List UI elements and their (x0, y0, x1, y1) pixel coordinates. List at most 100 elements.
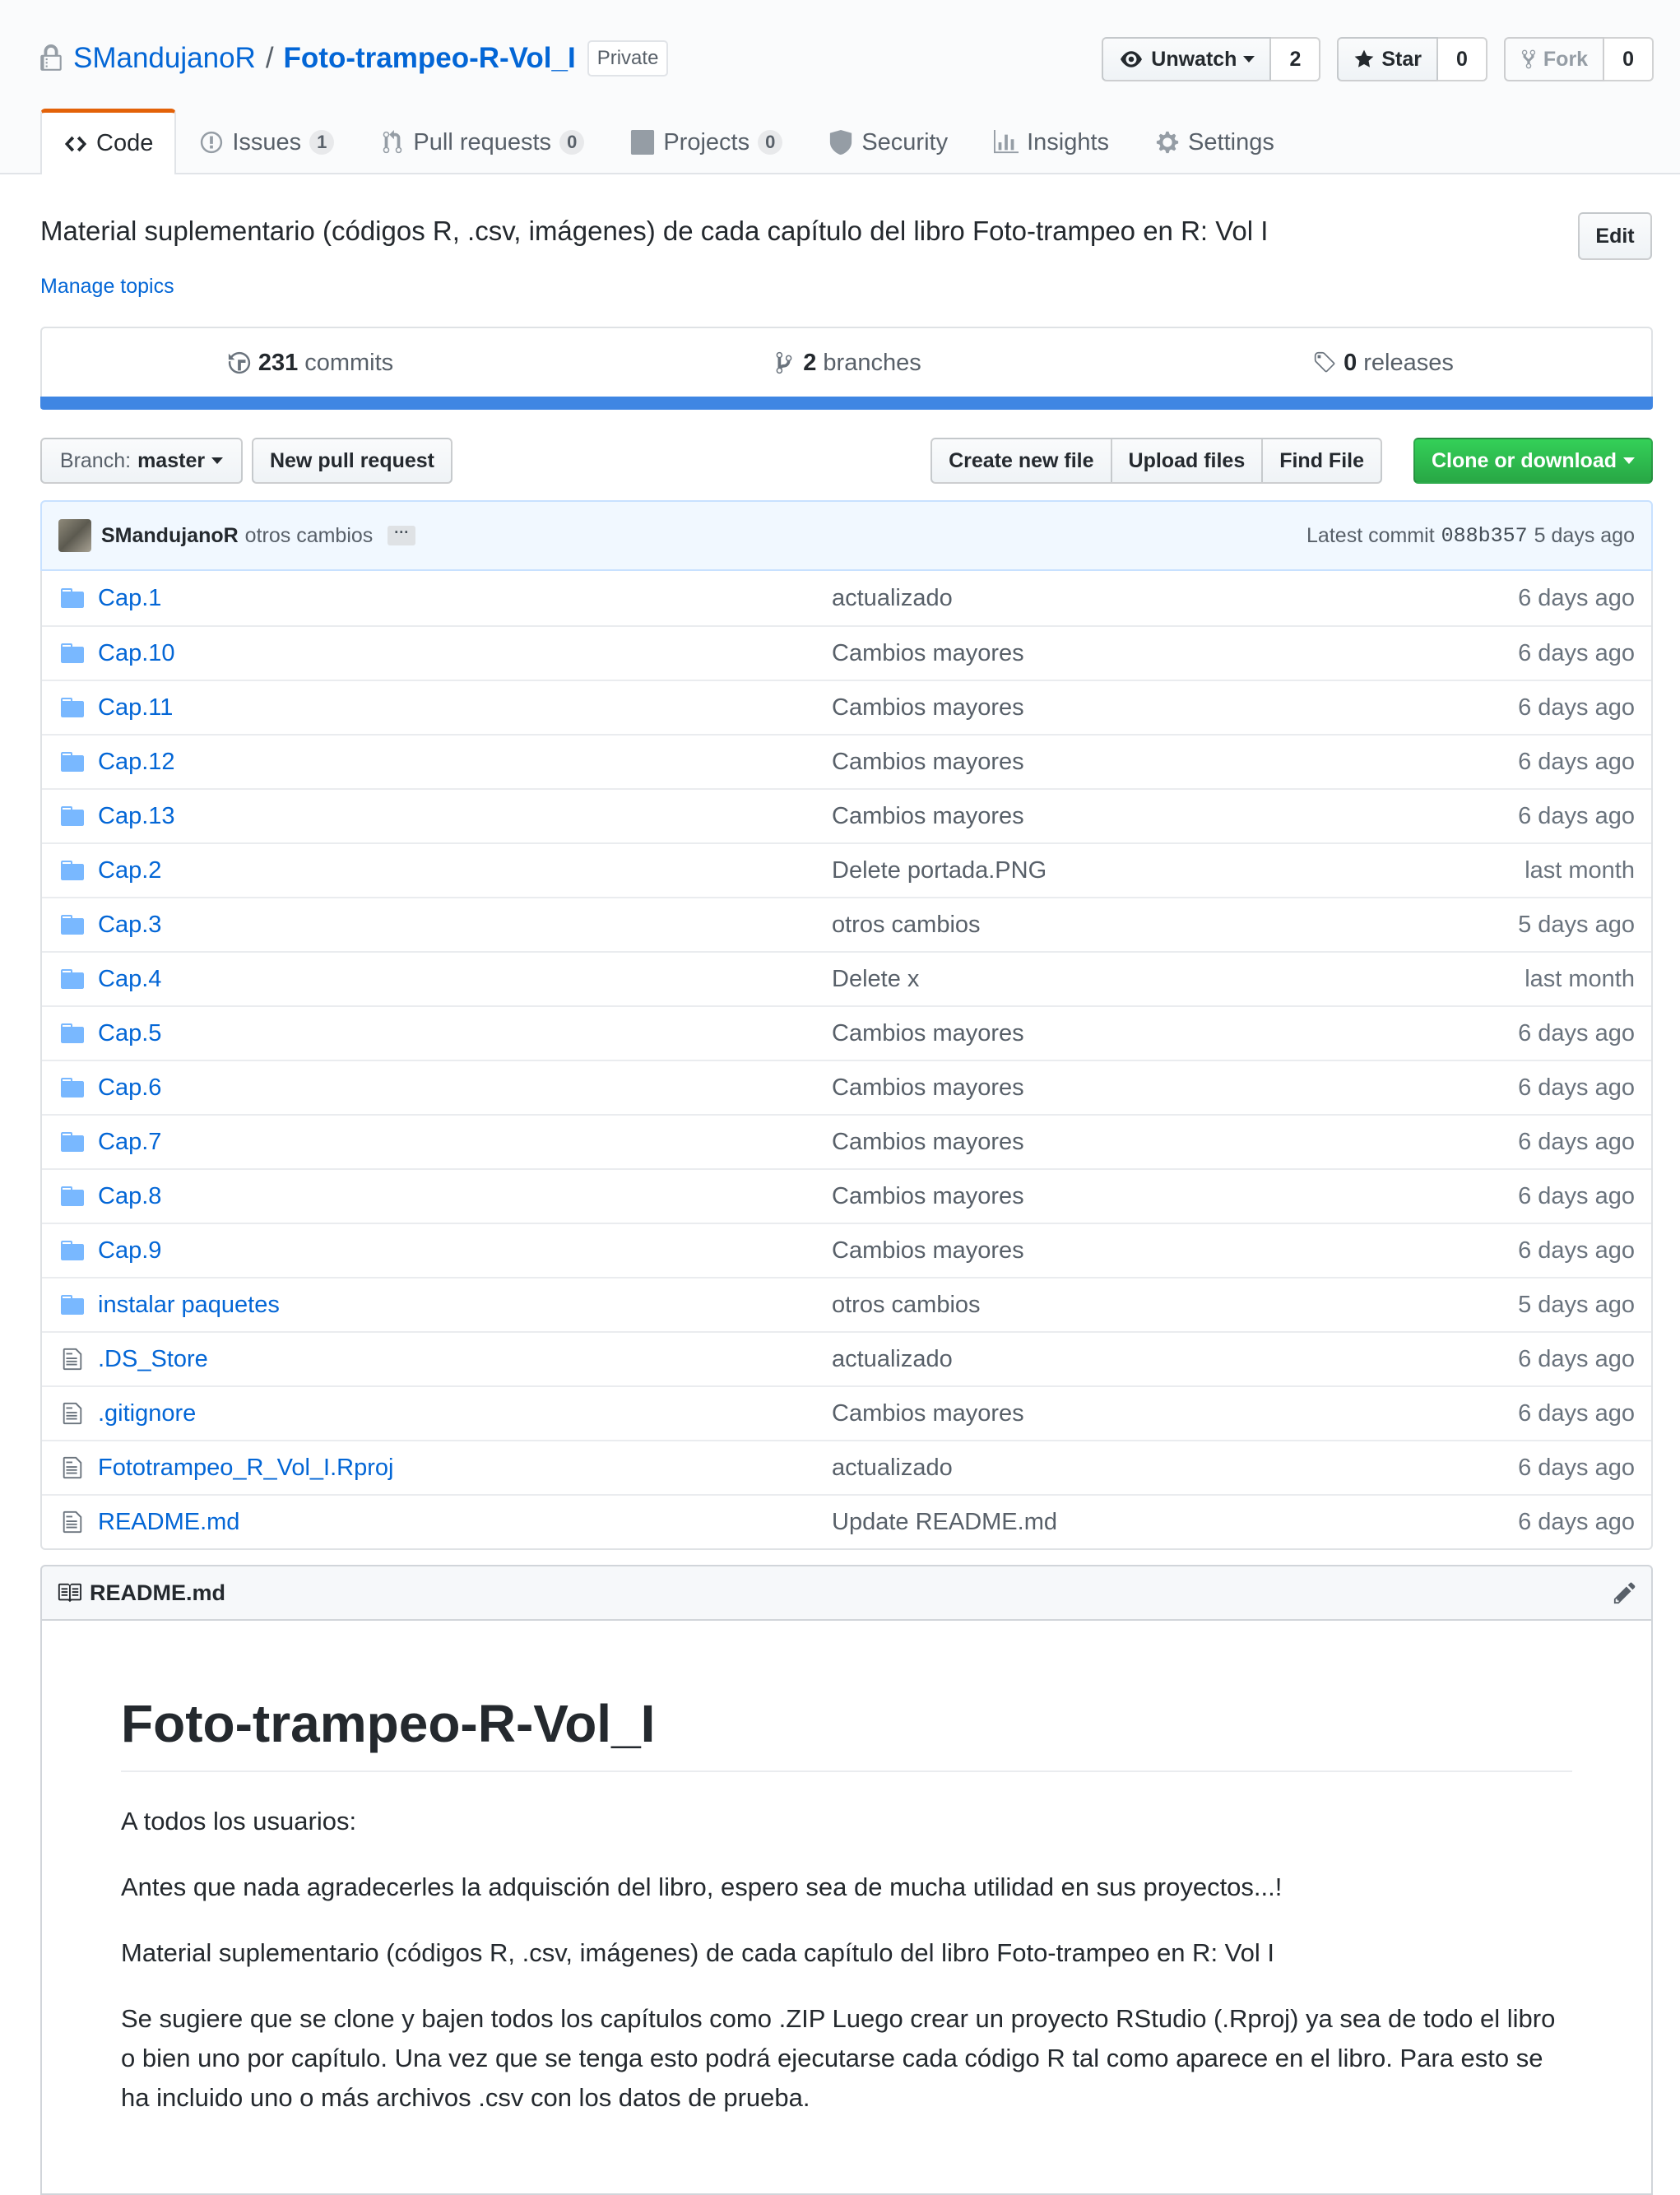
file-commit-message-link[interactable]: actualizado (832, 1455, 1518, 1482)
file-commit-message-link[interactable]: Cambios mayores (832, 1400, 1518, 1427)
issue-opened-icon (201, 131, 223, 154)
file-name-link[interactable]: README.md (91, 1509, 832, 1536)
file-row: Cap.11 Cambios mayores 6 days ago (42, 680, 1651, 734)
upload-files-button[interactable]: Upload files (1111, 438, 1264, 484)
branches-count: 2 (803, 349, 817, 376)
commit-message-link[interactable]: otros cambios (245, 524, 374, 548)
file-name-link[interactable]: Cap.7 (91, 1129, 832, 1156)
file-commit-message-link[interactable]: Cambios mayores (832, 1129, 1518, 1156)
file-commit-message-link[interactable]: Delete x (832, 966, 1525, 993)
file-name-link[interactable]: Cap.1 (91, 585, 832, 612)
file-name-link[interactable]: Fototrampeo_R_Vol_I.Rproj (91, 1455, 832, 1482)
find-file-button[interactable]: Find File (1263, 438, 1382, 484)
file-name-link[interactable]: Cap.3 (91, 912, 832, 939)
unwatch-button[interactable]: Unwatch (1102, 37, 1272, 81)
file-commit-message-link[interactable]: Update README.md (832, 1509, 1518, 1536)
readme-paragraph: A todos los usuarios: (121, 1807, 357, 1835)
tab-insights[interactable]: Insights (971, 109, 1132, 174)
file-name-link[interactable]: .DS_Store (91, 1346, 832, 1373)
tab-projects[interactable]: Projects 0 (607, 109, 805, 174)
file-name-link[interactable]: Cap.5 (91, 1020, 832, 1047)
file-icon (42, 1401, 91, 1426)
tab-security[interactable]: Security (805, 109, 971, 174)
file-commit-message-link[interactable]: Cambios mayores (832, 749, 1518, 776)
repo-name-link[interactable]: Foto-trampeo-R-Vol_I (284, 42, 576, 75)
tab-code[interactable]: Code (40, 109, 177, 174)
commits-count: 231 (258, 349, 299, 376)
file-row: Cap.12 Cambios mayores 6 days ago (42, 734, 1651, 788)
file-commit-message-link[interactable]: Cambios mayores (832, 640, 1518, 667)
file-commit-message-link[interactable]: Cambios mayores (832, 1020, 1518, 1047)
file-name-link[interactable]: .gitignore (91, 1400, 832, 1427)
file-commit-message-link[interactable]: otros cambios (832, 912, 1518, 939)
file-name-link[interactable]: Cap.9 (91, 1237, 832, 1265)
file-name-link[interactable]: Cap.2 (91, 857, 832, 884)
tab-settings[interactable]: Settings (1132, 109, 1297, 174)
file-age: 6 days ago (1518, 802, 1635, 829)
star-group: Star 0 (1337, 37, 1487, 81)
tag-icon (1314, 351, 1335, 373)
star-button[interactable]: Star (1337, 37, 1438, 81)
releases-link[interactable]: 0 releases (1115, 328, 1651, 407)
tab-projects-label: Projects (663, 128, 750, 155)
commit-sha-link[interactable]: 088b357 (1441, 524, 1528, 548)
file-name-link[interactable]: Cap.11 (91, 694, 832, 722)
tab-pull-requests[interactable]: Pull requests 0 (357, 109, 607, 174)
lock-icon (40, 44, 62, 71)
readme-content: Foto-trampeo-R-Vol_I A todos los usuario… (40, 1619, 1653, 2195)
watch-count[interactable]: 2 (1271, 37, 1321, 81)
file-name-link[interactable]: Cap.13 (91, 803, 832, 830)
code-icon (64, 136, 87, 151)
language-bar[interactable] (40, 397, 1653, 410)
file-commit-message-link[interactable]: Cambios mayores (832, 694, 1518, 722)
pencil-icon[interactable] (1613, 1580, 1636, 1605)
file-row: Cap.10 Cambios mayores 6 days ago (42, 625, 1651, 680)
file-age: 6 days ago (1518, 1074, 1635, 1101)
tab-issues[interactable]: Issues 1 (176, 109, 357, 174)
branch-select-button[interactable]: Branch: master (40, 438, 243, 484)
file-directory-icon (42, 1186, 91, 1206)
file-directory-icon (42, 915, 91, 935)
fork-button[interactable]: Fork (1503, 37, 1605, 81)
commit-author-link[interactable]: SMandujanoR (101, 524, 239, 548)
file-row: Cap.8 Cambios mayores 6 days ago (42, 1168, 1651, 1223)
file-directory-icon (42, 806, 91, 826)
clone-or-download-button[interactable]: Clone or download (1413, 438, 1653, 484)
fork-count[interactable]: 0 (1604, 37, 1654, 81)
fork-group: Fork 0 (1503, 37, 1654, 81)
unwatch-label: Unwatch (1151, 47, 1237, 71)
create-new-file-button[interactable]: Create new file (930, 438, 1112, 484)
file-name-link[interactable]: Cap.4 (91, 966, 832, 993)
manage-topics-link[interactable]: Manage topics (40, 275, 174, 299)
readme-paragraph: Antes que nada agradecerles la adquisció… (121, 1872, 1283, 1901)
file-commit-message-link[interactable]: Cambios mayores (832, 1074, 1518, 1102)
private-badge: Private (587, 40, 669, 77)
clone-label: Clone or download (1432, 448, 1617, 472)
file-name-link[interactable]: Cap.10 (91, 640, 832, 667)
file-commit-message-link[interactable]: Delete portada.PNG (832, 857, 1525, 884)
file-name-link[interactable]: instalar paquetes (91, 1292, 832, 1319)
edit-description-button[interactable]: Edit (1578, 212, 1652, 260)
file-name-link[interactable]: Cap.8 (91, 1183, 832, 1210)
file-directory-icon (42, 1078, 91, 1098)
file-commit-message-link[interactable]: actualizado (832, 585, 1518, 612)
file-name-link[interactable]: Cap.6 (91, 1074, 832, 1102)
branches-link[interactable]: 2 branches (578, 328, 1115, 407)
file-directory-icon (42, 698, 91, 717)
file-commit-message-link[interactable]: Cambios mayores (832, 1237, 1518, 1265)
star-count[interactable]: 0 (1438, 37, 1487, 81)
file-commit-message-link[interactable]: Cambios mayores (832, 1183, 1518, 1210)
new-pull-request-button[interactable]: New pull request (252, 438, 452, 484)
file-name-link[interactable]: Cap.12 (91, 749, 832, 776)
file-commit-message-link[interactable]: actualizado (832, 1346, 1518, 1373)
file-commit-message-link[interactable]: otros cambios (832, 1292, 1518, 1319)
file-commit-message-link[interactable]: Cambios mayores (832, 803, 1518, 830)
tab-security-label: Security (861, 128, 949, 155)
avatar[interactable] (58, 519, 91, 552)
file-age: 6 days ago (1518, 1508, 1635, 1535)
expand-commit-button[interactable]: ··· (388, 525, 416, 545)
tab-issues-label: Issues (232, 128, 302, 155)
commits-link[interactable]: 231 commits (42, 328, 578, 407)
file-age: 5 days ago (1518, 1291, 1635, 1318)
repo-owner-link[interactable]: SMandujanoR (73, 42, 256, 75)
